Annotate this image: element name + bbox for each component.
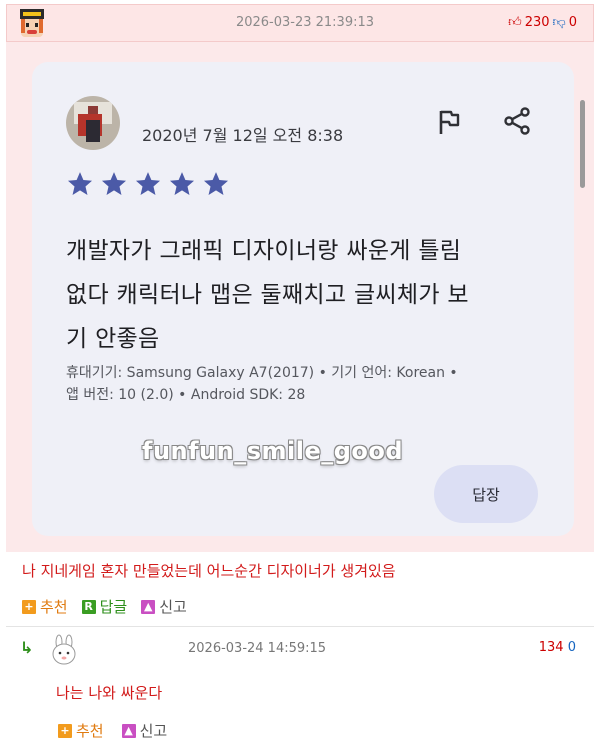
- reply-actions: + 추천 ▲ 신고: [58, 720, 167, 741]
- star-icon: [169, 172, 195, 195]
- report-label: 신고: [159, 598, 187, 616]
- report-label: 신고: [139, 722, 168, 740]
- review-text-line: 없다 캐릭터나 맵은 둘째치고 글씨체가 보: [66, 282, 469, 308]
- star-icon: [135, 172, 161, 195]
- reply-user-avatar-icon[interactable]: [50, 634, 78, 666]
- plus-icon: +: [22, 599, 36, 614]
- reply-button[interactable]: R 답글: [81, 596, 128, 617]
- scrollbar[interactable]: [580, 100, 585, 188]
- device-info-line: 휴대기기: Samsung Galaxy A7(2017) • 기기 언어: K…: [66, 365, 458, 381]
- app-info-line: 앱 버전: 10 (2.0) • Android SDK: 28: [66, 387, 306, 403]
- recommend-label: 추천: [40, 598, 68, 616]
- share-icon[interactable]: [502, 106, 532, 136]
- reply-votes: 134 0: [539, 640, 576, 655]
- thumbs-up-icon[interactable]: 👍︎: [508, 15, 522, 30]
- divider: [6, 626, 594, 627]
- post-timestamp: 2026-03-23 21:39:13: [235, 15, 375, 30]
- device-info: 휴대기기: Samsung Galaxy A7(2017) • 기기 언어: K…: [66, 362, 496, 406]
- star-icon: [101, 172, 127, 195]
- reply-text: 나는 나와 싸운다: [56, 684, 163, 702]
- watermark: funfun_smile_good: [142, 437, 404, 465]
- comment-thread: 2026-03-23 21:39:13 👍︎ 230 👎︎ 0 2020년 7월…: [0, 0, 600, 750]
- review-date: 2020년 7월 12일 오전 8:38: [142, 126, 344, 145]
- reply-label: 답글: [99, 598, 128, 616]
- report-button[interactable]: ▲ 신고: [141, 596, 187, 617]
- star-icon: [203, 172, 229, 195]
- siren-icon: ▲: [121, 723, 136, 738]
- reply-arrow-icon: ↳: [20, 638, 34, 657]
- thumbs-down-icon[interactable]: 👎︎: [553, 15, 566, 30]
- recommend-button[interactable]: + 추천: [22, 596, 68, 617]
- reply-timestamp: 2026-03-24 14:59:15: [188, 641, 327, 656]
- plus-icon: +: [58, 723, 72, 738]
- review-reply-button[interactable]: 답장: [434, 465, 538, 523]
- downvote-count: 0: [568, 15, 577, 30]
- post-votes: 👍︎ 230 👎︎ 0: [508, 15, 577, 30]
- reply-report-button[interactable]: ▲ 신고: [121, 720, 168, 741]
- review-text-line: 개발자가 그래픽 디자이너랑 싸운게 틀림: [66, 238, 462, 264]
- post-header: 2026-03-23 21:39:13 👍︎ 230 👎︎ 0: [6, 4, 594, 42]
- reply-upvote-count[interactable]: 134: [539, 640, 564, 655]
- upvote-count: 230: [524, 15, 550, 30]
- flag-icon[interactable]: [436, 108, 462, 136]
- recommend-label: 추천: [76, 722, 104, 740]
- reply-icon: R: [81, 599, 96, 614]
- siren-icon: ▲: [141, 599, 156, 614]
- reply-downvote-count[interactable]: 0: [568, 640, 576, 655]
- star-rating: [66, 170, 230, 198]
- embedded-screenshot-panel: 2020년 7월 12일 오전 8:38 개발자가 그래픽 디자이너랑 싸운게 …: [6, 42, 594, 552]
- reply-recommend-button[interactable]: + 추천: [58, 720, 104, 741]
- review-card: 2020년 7월 12일 오전 8:38 개발자가 그래픽 디자이너랑 싸운게 …: [32, 62, 574, 536]
- reviewer-avatar: [66, 96, 120, 150]
- star-icon: [67, 172, 93, 195]
- review-text-line: 기 안좋음: [66, 326, 160, 352]
- review-text: 개발자가 그래픽 디자이너랑 싸운게 틀림 없다 캐릭터나 맵은 둘째치고 글씨…: [66, 229, 536, 361]
- comment-actions: + 추천 R 답글 ▲ 신고: [22, 596, 187, 617]
- comment-text: 나 지네게임 혼자 만들었는데 어느순간 디자이너가 생겨있음: [22, 562, 396, 580]
